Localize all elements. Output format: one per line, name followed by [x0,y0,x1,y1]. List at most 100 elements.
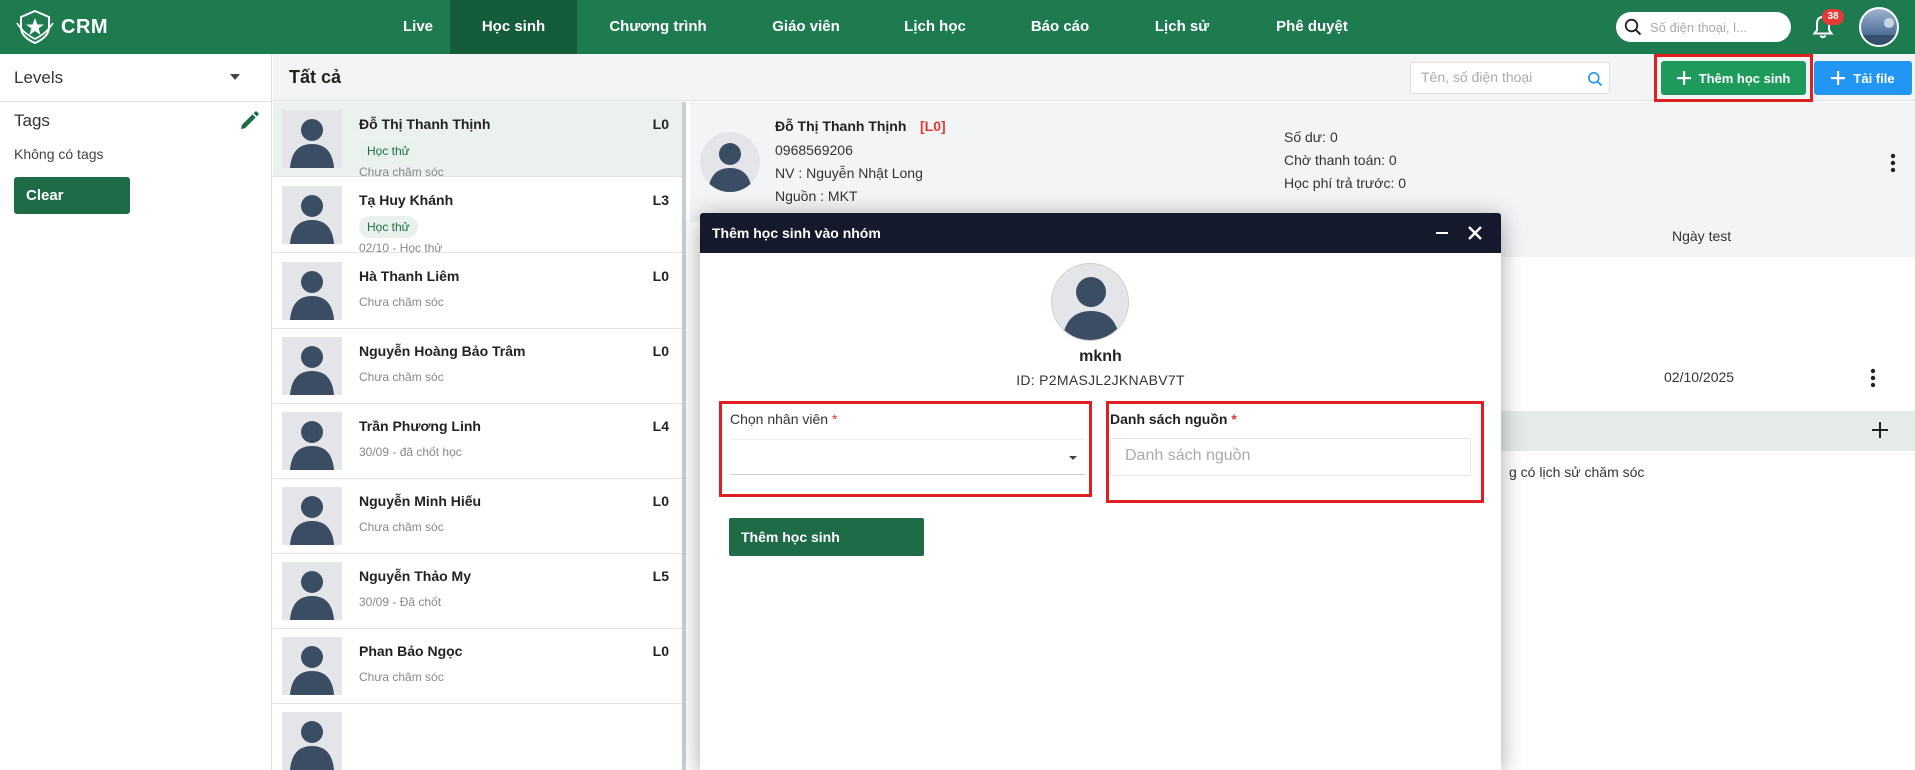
detail-phone: 0968569206 [775,142,853,158]
add-student-button[interactable]: Thêm học sinh [1661,61,1806,95]
student-row[interactable]: Đỗ Thị Thanh Thịnh L0 Học thử Chưa chăm … [273,102,682,179]
student-search-box[interactable] [1410,62,1610,94]
student-level: L0 [652,268,669,284]
avatar [282,262,342,320]
student-name: Đỗ Thị Thanh Thịnh [359,116,491,132]
student-care-status: Chưa chăm sóc [359,165,444,179]
star-shield-icon [16,9,54,45]
nav-reports[interactable]: Báo cáo [1015,0,1105,54]
detail-balance: Số dư: 0 [1284,129,1338,145]
more-vertical-icon[interactable] [1869,367,1877,389]
nav-students[interactable]: Học sinh [450,0,577,54]
avatar [282,562,342,620]
minimize-icon[interactable] [1434,225,1450,241]
care-empty-text: g có lịch sử chăm sóc [1509,464,1645,480]
source-label-text: Danh sách nguồn [1110,411,1228,427]
search-icon[interactable] [1587,71,1603,87]
detail-source: Nguồn : MKT [775,188,858,204]
dialog-user-id: ID: P2MASJL2JKNABV7T [1016,372,1185,388]
nav-programs[interactable]: Chương trình [598,0,718,54]
student-care-status: Chưa chăm sóc [359,520,444,534]
upload-file-button[interactable]: Tải file [1814,61,1912,95]
student-list: Đỗ Thị Thanh Thịnh L0 Học thử Chưa chăm … [273,102,686,770]
plus-icon [1676,71,1691,85]
levels-dropdown[interactable]: Levels [0,54,271,102]
nav-approvals[interactable]: Phê duyệt [1264,0,1360,54]
student-row[interactable]: Nguyễn Thảo My L5 30/09 - Đã chốt [273,554,682,629]
student-level: L3 [652,192,669,208]
levels-label: Levels [14,68,64,87]
student-care-status: Chưa chăm sóc [359,670,444,684]
student-level: L0 [652,116,669,132]
source-list-input[interactable] [1125,447,1455,465]
student-level: L0 [652,343,669,359]
caret-down-icon [1069,456,1077,460]
notification-badge: 38 [1822,9,1844,25]
staff-label-text: Chọn nhân viên [730,411,829,427]
dialog-username: mknh [1079,348,1122,365]
student-care-status: Chưa chăm sóc [359,295,444,309]
more-vertical-icon[interactable] [1889,152,1897,174]
phone-search-input[interactable] [1650,19,1780,35]
list-header: Tất cả Thêm học sinh Tải file [273,54,1915,102]
tags-label: Tags [14,111,50,130]
detail-staff: NV : Nguyễn Nhật Long [775,165,923,181]
detail-prepaid: Học phí trả trước: 0 [1284,175,1407,191]
source-list-field[interactable] [1110,438,1471,476]
avatar [282,487,342,545]
required-mark: * [831,411,838,427]
student-care-status: 30/09 - Đã chốt [359,595,442,609]
staff-select[interactable] [730,439,1085,475]
status-badge: Học thử [359,216,418,238]
no-tags-text: Không có tags [14,146,104,162]
brand-logo[interactable]: CRM [15,8,108,46]
plus-icon [1831,71,1846,85]
nav-schedule[interactable]: Lịch học [890,0,980,54]
student-name: Hà Thanh Liêm [359,268,460,284]
phone-search-box[interactable] [1616,12,1791,42]
dialog-title: Thêm học sinh vào nhóm [712,225,881,241]
list-title: Tất cả [289,67,342,87]
add-to-group-dialog: Thêm học sinh vào nhóm mknh ID: P2MASJL2… [700,213,1501,770]
student-level: L0 [652,643,669,659]
nav-live[interactable]: Live [374,0,462,54]
student-name: Nguyễn Thảo My [359,568,472,584]
brand-name: CRM [61,15,109,38]
student-name: Trần Phương Linh [359,418,481,434]
add-student-submit-button[interactable]: Thêm học sinh [729,518,924,556]
student-row[interactable]: Nguyễn Minh Hiếu L0 Chưa chăm sóc [273,479,682,554]
student-name: Tạ Huy Khánh [359,192,454,208]
clear-filters-button[interactable]: Clear [14,177,130,214]
avatar [282,337,342,395]
student-row[interactable] [273,704,682,770]
source-field-label: Danh sách nguồn * [1110,411,1237,427]
dialog-header: Thêm học sinh vào nhóm [700,213,1501,253]
student-name: Nguyễn Hoàng Bảo Trâm [359,343,526,359]
add-student-label: Thêm học sinh [1698,70,1791,86]
nav-history[interactable]: Lịch sử [1140,0,1224,54]
student-search-input[interactable] [1421,69,1581,85]
student-row[interactable]: Phan Bảo Ngọc L0 Chưa chăm sóc [273,629,682,704]
student-row[interactable]: Nguyễn Hoàng Bảo Trâm L0 Chưa chăm sóc [273,329,682,404]
user-avatar[interactable] [1859,7,1899,47]
detail-name: Đỗ Thị Thanh Thịnh [775,118,907,134]
student-level: L0 [652,493,669,509]
student-row[interactable]: Hà Thanh Liêm L0 Chưa chăm sóc [273,254,682,329]
student-care-status: 02/10 - Học thử [359,241,443,255]
student-name: Phan Bảo Ngọc [359,643,463,659]
test-date-header: Ngày test [1672,228,1732,244]
upload-file-label: Tải file [1853,70,1895,86]
avatar [282,712,342,770]
nav-teachers[interactable]: Giáo viên [758,0,854,54]
close-icon[interactable] [1466,224,1484,242]
test-date-value: 02/10/2025 [1664,369,1735,385]
student-row[interactable]: Tạ Huy Khánh L3 Học thử 02/10 - Học thử [273,178,682,255]
pencil-icon[interactable] [238,110,260,132]
user-photo [1861,18,1897,45]
student-level: L5 [652,568,669,584]
detail-pending: Chờ thanh toán: 0 [1284,152,1397,168]
student-row[interactable]: Trần Phương Linh L4 30/09 - đã chốt học [273,404,682,479]
add-care-icon[interactable] [1870,420,1890,440]
avatar [700,132,760,192]
caret-down-icon [230,74,240,80]
